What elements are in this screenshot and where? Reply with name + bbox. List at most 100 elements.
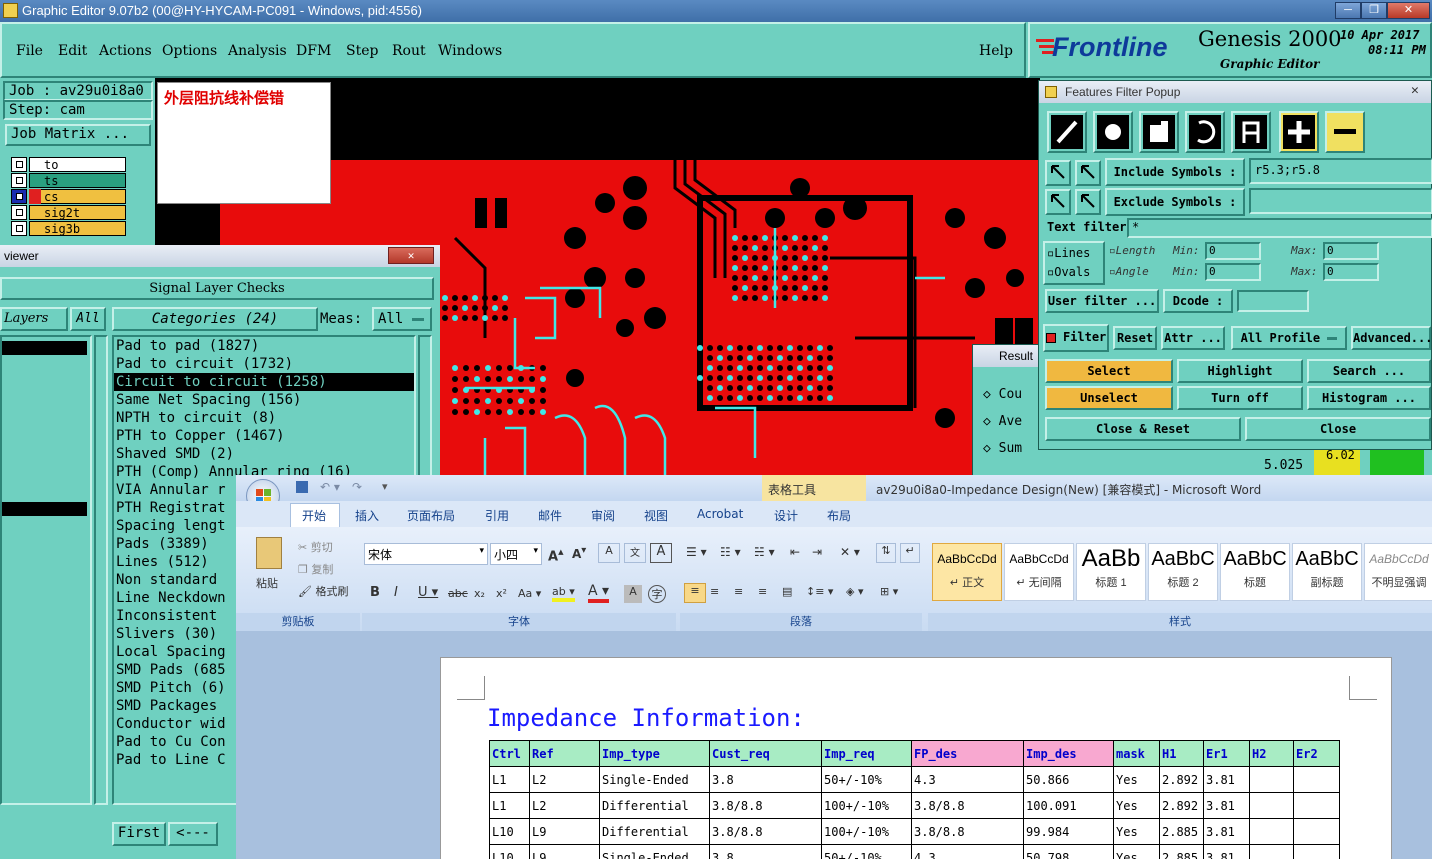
menu-dfm[interactable]: DFM (296, 43, 331, 59)
highlight-button[interactable]: Highlight (1177, 359, 1303, 383)
popup-close-icon[interactable]: ✕ (1411, 83, 1419, 98)
text-filter-input[interactable]: * (1127, 218, 1432, 238)
first-button[interactable]: First (112, 822, 166, 846)
surface-tool-button[interactable] (1139, 111, 1179, 153)
menu-edit[interactable]: Edit (58, 43, 87, 59)
table-cell[interactable]: 2.892 (1159, 792, 1204, 819)
style-3[interactable]: AaBbC 标题 2 (1148, 543, 1218, 601)
table-cell[interactable]: L10 (489, 844, 530, 859)
category-item[interactable]: NPTH to circuit (8) (114, 409, 414, 427)
layer-entry-selected[interactable] (2, 341, 87, 355)
increase-indent-icon[interactable]: ⇥ (812, 545, 822, 559)
table-cell[interactable]: Yes (1113, 818, 1160, 845)
pad-tool-button[interactable] (1093, 111, 1133, 153)
highlight-color-icon[interactable]: ab ▾ (552, 585, 575, 602)
undo-icon[interactable]: ↶ ▾ (320, 480, 340, 494)
histogram-button[interactable]: Histogram ... (1307, 386, 1431, 410)
table-cell[interactable]: Differential (599, 792, 710, 819)
table-cell[interactable]: 3.8/8.8 (709, 792, 822, 819)
save-icon[interactable] (296, 481, 308, 493)
align-center-icon[interactable]: ≡ (710, 585, 719, 598)
numbering-icon[interactable]: ☷ ▾ (720, 545, 741, 559)
menu-help[interactable]: Help (979, 43, 1013, 59)
change-case-icon[interactable]: Aa ▾ (518, 587, 541, 600)
exclude-pick-all-button[interactable] (1075, 189, 1101, 215)
table-cell[interactable] (1293, 844, 1340, 859)
phonetic-guide-icon[interactable]: 文 (624, 543, 646, 563)
grow-font-icon[interactable]: A▴ (548, 545, 564, 564)
maximize-button[interactable]: ❐ (1361, 2, 1387, 19)
close-window-button[interactable]: ✕ (1387, 2, 1430, 19)
length-max-input[interactable]: 0 (1323, 242, 1379, 260)
tab-design[interactable]: 设计 (774, 507, 798, 524)
table-header-cell[interactable]: Ctrl (489, 740, 530, 767)
table-cell[interactable]: 3.8 (709, 766, 822, 793)
table-cell[interactable]: 50.798 (1023, 844, 1114, 859)
viewer-title-bar[interactable]: viewer ✕ (0, 245, 440, 267)
table-header-cell[interactable]: Imp_req (821, 740, 912, 767)
results-row[interactable]: ◇ Sum (983, 435, 1022, 462)
table-header-cell[interactable]: Imp_type (599, 740, 710, 767)
unselect-button[interactable]: Unselect (1045, 386, 1173, 410)
angle-checkbox[interactable]: ▫Angle (1109, 265, 1149, 278)
strikethrough-icon[interactable]: abc (448, 587, 468, 600)
exclude-pick-button[interactable] (1045, 189, 1071, 215)
table-header-cell[interactable]: mask (1113, 740, 1160, 767)
table-cell[interactable]: 2.885 (1159, 818, 1204, 845)
justify-icon[interactable]: ≡ (758, 585, 767, 598)
table-header-cell[interactable]: Imp_des (1023, 740, 1114, 767)
cut-button[interactable]: ✂ 剪切 (298, 539, 333, 555)
category-item[interactable]: Pad to pad (1827) (114, 337, 414, 355)
results-row[interactable]: ◇ Cou (983, 381, 1022, 408)
angle-min-input[interactable]: 0 (1205, 263, 1261, 281)
table-header-cell[interactable]: H2 (1249, 740, 1294, 767)
table-cell[interactable] (1249, 818, 1294, 845)
ovals-checkbox[interactable]: ▫Ovals (1047, 265, 1090, 279)
borders-icon[interactable]: ⊞ ▾ (880, 585, 898, 598)
positive-polarity-button[interactable] (1279, 111, 1319, 153)
table-cell[interactable]: 3.81 (1203, 792, 1250, 819)
line-tool-button[interactable] (1047, 111, 1087, 153)
category-item[interactable]: Shaved SMD (2) (114, 445, 414, 463)
align-right-icon[interactable]: ≡ (734, 585, 743, 598)
shrink-font-icon[interactable]: A▾ (572, 545, 586, 561)
superscript-icon[interactable]: x² (496, 587, 507, 600)
table-cell[interactable] (1249, 766, 1294, 793)
exclude-symbols-label[interactable]: Exclude Symbols : (1105, 188, 1245, 216)
menu-file[interactable]: File (16, 43, 43, 59)
window-title-bar[interactable]: Graphic Editor 9.07b2 (00@HY-HYCAM-PC091… (0, 0, 1432, 22)
previous-button[interactable]: <--- (168, 822, 218, 846)
font-size-combo[interactable]: 小四 ▾ (490, 543, 542, 565)
table-cell[interactable]: Yes (1113, 844, 1160, 859)
text-tool-button[interactable] (1231, 111, 1271, 153)
table-cell[interactable]: 50.866 (1023, 766, 1114, 793)
include-symbols-input[interactable]: r5.3;r5.8 (1249, 158, 1432, 184)
table-cell[interactable]: Yes (1113, 792, 1160, 819)
tab-insert[interactable]: 插入 (355, 507, 379, 524)
shading-icon[interactable]: ◈ ▾ (846, 585, 863, 598)
clear-format-icon[interactable]: A (598, 543, 620, 563)
include-pick-button[interactable] (1045, 160, 1071, 186)
table-header-cell[interactable]: Er1 (1203, 740, 1250, 767)
negative-polarity-button[interactable] (1325, 111, 1365, 153)
distributed-icon[interactable]: ▤ (782, 585, 792, 598)
table-cell[interactable] (1293, 818, 1340, 845)
style-1[interactable]: AaBbCcDd ↵ 无间隔 (1004, 543, 1074, 601)
layer-row-sig3b[interactable]: sig3b (11, 221, 126, 236)
tab-references[interactable]: 引用 (485, 507, 509, 524)
table-cell[interactable]: 3.81 (1203, 818, 1250, 845)
bold-icon[interactable]: B (370, 585, 380, 600)
tab-home[interactable]: 开始 (302, 507, 326, 524)
menu-rout[interactable]: Rout (392, 43, 426, 59)
style-2[interactable]: AaBb 标题 1 (1076, 543, 1146, 601)
table-cell[interactable]: L10 (489, 818, 530, 845)
table-cell[interactable]: 4.3 (911, 766, 1024, 793)
table-cell[interactable]: 3.81 (1203, 766, 1250, 793)
all-profile-dropdown[interactable]: All Profile (1231, 326, 1347, 350)
paste-button[interactable]: 粘贴 (256, 575, 278, 591)
table-cell[interactable]: 50+/-10% (821, 844, 912, 859)
table-header-cell[interactable]: Ref (529, 740, 600, 767)
job-matrix-button[interactable]: Job Matrix ... (5, 124, 151, 146)
table-cell[interactable]: 3.81 (1203, 844, 1250, 859)
length-min-input[interactable]: 0 (1205, 242, 1261, 260)
